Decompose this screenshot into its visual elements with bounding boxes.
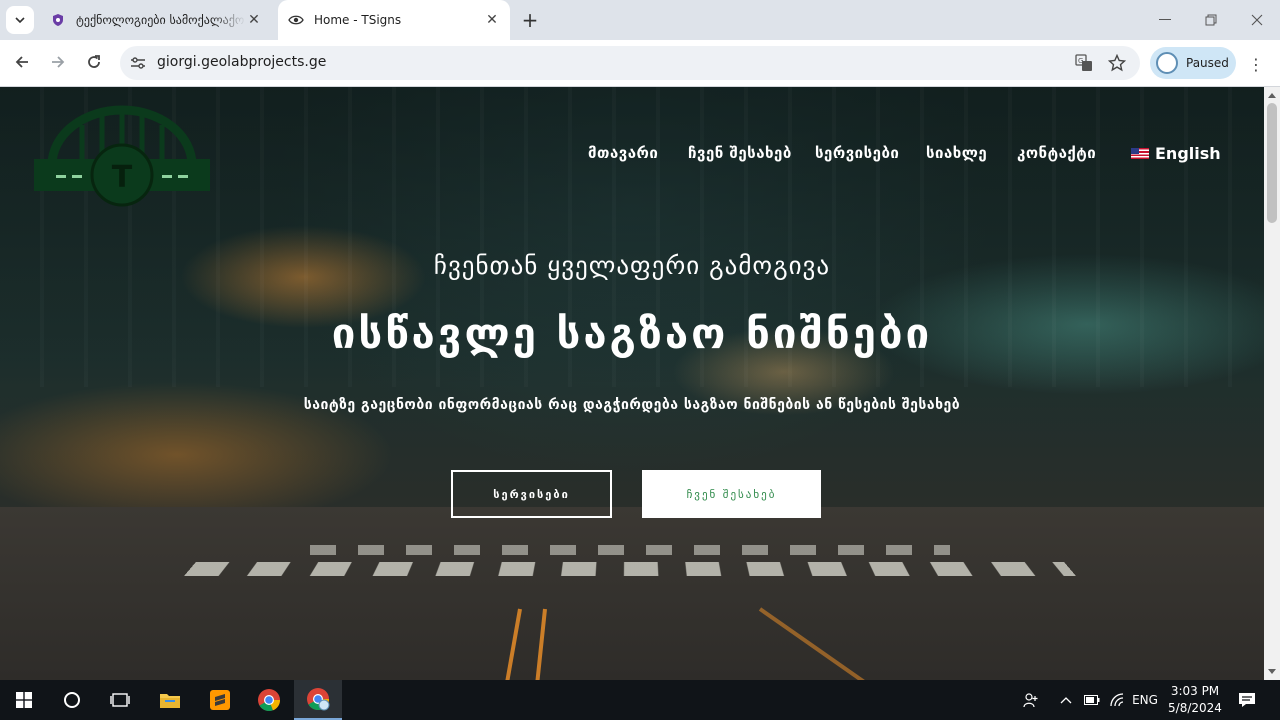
search-circle-icon [64, 692, 80, 708]
restore-button[interactable] [1188, 0, 1234, 40]
us-flag-icon [1131, 148, 1149, 159]
avatar [1156, 52, 1178, 74]
shield-favicon-icon [50, 12, 66, 28]
url-text: giorgi.geolabprojects.ge [157, 54, 327, 70]
hero-description: საიტზე გაეცნობი ინფორმაციას რაც დაგჭირდე… [303, 397, 961, 413]
more-menu-icon[interactable]: ⋮ [1244, 52, 1268, 76]
system-clock[interactable]: 3:03 PM 5/8/2024 [1160, 683, 1230, 717]
bookmark-star-icon[interactable] [1107, 53, 1127, 73]
forward-button[interactable] [44, 48, 72, 76]
tab-title: Home - TSigns [314, 13, 402, 27]
browser-toolbar: giorgi.geolabprojects.ge G Paused ⋮ [0, 40, 1280, 87]
eye-favicon-icon [288, 12, 304, 28]
folder-icon [160, 694, 180, 708]
people-icon[interactable] [1018, 680, 1044, 720]
window-close-button[interactable] [1234, 0, 1280, 40]
svg-text:G: G [1078, 57, 1083, 65]
clock-date: 5/8/2024 [1168, 701, 1222, 715]
chrome-icon [258, 689, 281, 712]
nav-item-services[interactable]: სერვისები [815, 144, 899, 162]
reload-button[interactable] [80, 48, 108, 76]
wifi-icon[interactable] [1106, 680, 1128, 720]
profile-button[interactable]: Paused [1150, 47, 1236, 79]
hero-subtitle: ჩვენთან ყველაფერი გამოგივა [433, 251, 831, 280]
tab-active[interactable]: Home - TSigns ✕ [278, 0, 510, 40]
minimize-button[interactable] [1142, 0, 1188, 40]
language-switcher[interactable]: English [1131, 144, 1221, 163]
site-settings-icon[interactable] [128, 53, 148, 73]
scroll-down-arrow-icon[interactable] [1268, 669, 1276, 674]
chevron-up-icon[interactable] [1056, 680, 1076, 720]
nav-item-news[interactable]: სიახლე [926, 144, 987, 162]
nav-item-about[interactable]: ჩვენ შესახებ [688, 144, 792, 162]
sublime-text-button[interactable] [196, 680, 244, 720]
crosswalk-near [184, 562, 1076, 577]
start-button[interactable] [0, 680, 48, 720]
web-page: T მთავარი ჩვენ შესახებ სერვისები სიახლე … [0, 87, 1264, 680]
tab-title: ტექნოლოგიები სამოქალაქო [76, 13, 245, 27]
battery-icon[interactable] [1082, 680, 1102, 720]
task-view-icon [110, 693, 130, 707]
crosswalk-far [310, 545, 950, 555]
tab-inactive[interactable]: ტექნოლოგიები სამოქალაქო ✕ [40, 0, 272, 40]
language-label: English [1155, 144, 1221, 163]
clock-time: 3:03 PM [1170, 684, 1220, 698]
nav-item-contact[interactable]: კონტაქტი [1017, 144, 1096, 162]
tab-search-button[interactable] [6, 6, 34, 34]
windows-logo-icon [16, 692, 32, 708]
translate-icon[interactable]: G [1074, 53, 1094, 73]
file-explorer-button[interactable] [146, 680, 194, 720]
input-language[interactable]: ENG [1130, 680, 1160, 720]
profile-status: Paused [1186, 56, 1229, 70]
task-view-button[interactable] [96, 680, 144, 720]
new-tab-button[interactable]: + [518, 8, 542, 32]
logo-letter: T [112, 160, 133, 195]
services-button[interactable]: სერვისები [451, 470, 612, 518]
search-button[interactable] [48, 680, 96, 720]
scrollbar-thumb[interactable] [1267, 103, 1277, 223]
chrome-profile-icon [307, 688, 330, 711]
site-logo[interactable]: T [32, 105, 212, 209]
about-us-button[interactable]: ჩვენ შესახებ [642, 470, 821, 518]
road-background [0, 507, 1264, 680]
tab-strip: ტექნოლოგიები სამოქალაქო ✕ Home - TSigns … [0, 0, 1280, 40]
notifications-icon[interactable] [1234, 680, 1260, 720]
windows-taskbar: ENG 3:03 PM 5/8/2024 [0, 680, 1280, 720]
address-bar[interactable]: giorgi.geolabprojects.ge G [120, 46, 1140, 80]
sublime-icon [210, 690, 230, 710]
close-icon[interactable]: ✕ [246, 12, 262, 28]
nav-item-home[interactable]: მთავარი [588, 144, 658, 162]
scroll-up-arrow-icon[interactable] [1268, 93, 1276, 98]
back-button[interactable] [8, 48, 36, 76]
page-scrollbar[interactable] [1264, 87, 1280, 680]
chevron-down-icon [14, 11, 26, 30]
chrome-button[interactable] [245, 680, 293, 720]
close-icon[interactable]: ✕ [484, 12, 500, 28]
hero-title: ისწავლე საგზაო ნიშნები [331, 309, 933, 358]
chrome-profile-button[interactable] [294, 680, 342, 720]
